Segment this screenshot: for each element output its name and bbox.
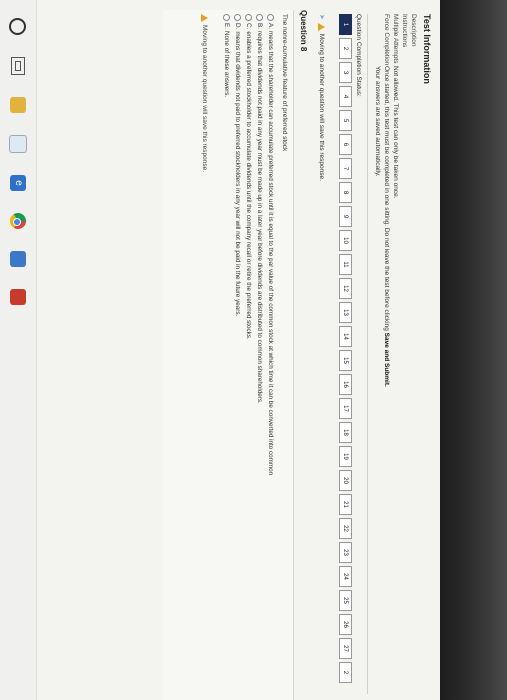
choice-d[interactable]: D. means that dividends not paid to pref…	[232, 14, 243, 475]
radio-button[interactable]	[245, 14, 252, 21]
question-nav-button[interactable]: 2	[339, 662, 352, 683]
question-nav-button[interactable]: 25	[339, 590, 352, 611]
save-notice-bottom: Moving to another question will save thi…	[201, 14, 208, 172]
warning-icon	[318, 22, 326, 31]
completion-status-label: Question Completion Status:	[355, 14, 362, 97]
question-nav-button[interactable]: 5	[339, 110, 352, 131]
question-nav-button[interactable]: 10	[339, 230, 352, 251]
answer-choices: A. means that the shareholder can accumu…	[221, 14, 276, 475]
choice-letter: B.	[256, 23, 263, 29]
question-nav-button[interactable]: 1	[339, 14, 352, 35]
arrow-icon: ➤	[318, 14, 325, 20]
info-value: Your answers are saved automatically.	[374, 66, 381, 177]
info-row-description: Description	[409, 14, 418, 387]
question-nav-button[interactable]: 18	[339, 422, 352, 443]
info-key: Multiple Attempts	[392, 14, 399, 64]
question-nav-button[interactable]: 23	[339, 542, 352, 563]
save-notice-text: Moving to another question will save thi…	[318, 33, 326, 181]
choice-b[interactable]: B. requires that dividends not paid in a…	[254, 14, 265, 475]
choice-text: requires that dividends not paid in any …	[256, 30, 263, 404]
info-key: Instructions	[401, 14, 408, 48]
task-view-icon[interactable]	[11, 57, 25, 75]
choice-letter: D.	[234, 23, 241, 30]
info-row-multiple-attempts: Multiple Attempts Not allowed. This test…	[391, 14, 400, 387]
choice-text: means that the shareholder can accumulat…	[267, 30, 274, 476]
info-key: Description	[410, 14, 417, 47]
test-information-title: Test Information	[422, 14, 432, 84]
save-notice-top: ➤ Moving to another question will save t…	[318, 14, 326, 181]
question-nav-button[interactable]: 16	[339, 374, 352, 395]
info-row-force-completion: Force Completion Once started, this test…	[382, 14, 391, 387]
windows-taskbar: e	[0, 0, 37, 700]
radio-button[interactable]	[267, 14, 274, 21]
question-nav-button[interactable]: 15	[339, 350, 352, 371]
question-nav-button[interactable]: 17	[339, 398, 352, 419]
save-notice-text: Moving to another question will save thi…	[201, 25, 208, 173]
choice-letter: C.	[245, 23, 252, 30]
question-header: Question 8	[299, 10, 308, 52]
info-key	[373, 14, 382, 66]
pdf-icon[interactable]	[10, 289, 26, 305]
warning-icon	[201, 14, 208, 22]
info-value-text: Once started, this test must be complete…	[383, 66, 390, 333]
info-row-instructions: Instructions	[400, 14, 409, 387]
mail-icon[interactable]	[10, 251, 26, 267]
question-nav-button[interactable]: 9	[339, 206, 352, 227]
monitor-bezel	[440, 0, 507, 700]
test-information-table: Description Instructions Multiple Attemp…	[373, 14, 418, 387]
radio-button[interactable]	[234, 14, 241, 21]
question-nav-button[interactable]: 20	[339, 470, 352, 491]
question-nav-button[interactable]: 12	[339, 278, 352, 299]
store-icon[interactable]	[9, 135, 27, 153]
choice-text: enables a preferred stockholder to accum…	[245, 31, 252, 340]
file-explorer-icon[interactable]	[10, 97, 26, 113]
edge-icon[interactable]: e	[10, 175, 26, 191]
browser-page: Test Information Description Instruction…	[0, 0, 440, 700]
choice-text: means that dividends not paid to preferr…	[234, 31, 241, 317]
question-nav-button[interactable]: 7	[339, 158, 352, 179]
radio-button[interactable]	[223, 14, 230, 21]
choice-text: None of these answers.	[223, 30, 230, 98]
question-nav-button[interactable]: 13	[339, 302, 352, 323]
question-nav-button[interactable]: 24	[339, 566, 352, 587]
question-nav-button[interactable]: 6	[339, 134, 352, 155]
choice-a[interactable]: A. means that the shareholder can accumu…	[265, 14, 276, 475]
question-nav-button[interactable]: 21	[339, 494, 352, 515]
save-and-submit-text: Save and Submit.	[383, 332, 390, 387]
question-text: The nonre-cumulative feature of preferre…	[281, 14, 288, 152]
info-row-autosave: Your answers are saved automatically.	[373, 14, 382, 387]
question-nav-button[interactable]: 4	[339, 86, 352, 107]
info-key: Force Completion	[383, 14, 390, 66]
chrome-icon[interactable]	[10, 213, 26, 229]
question-nav-button[interactable]: 26	[339, 614, 352, 635]
question-nav-button[interactable]: 19	[339, 446, 352, 467]
cortana-icon[interactable]	[9, 18, 27, 35]
choice-e[interactable]: E. None of these answers.	[221, 14, 232, 475]
radio-button[interactable]	[256, 14, 263, 21]
question-nav-button[interactable]: 2	[339, 38, 352, 59]
choice-letter: E.	[223, 23, 230, 29]
question-nav-button[interactable]: 8	[339, 182, 352, 203]
question-navigation: 1 2 3 4 5 6 7 8 9 10 11 12 13 14 15 16 17 18 19 20 21 22 23 24 2…	[339, 14, 352, 683]
question-nav-button[interactable]: 14	[339, 326, 352, 347]
question-nav-button[interactable]: 3	[339, 62, 352, 83]
info-value: Once started, this test must be complete…	[382, 66, 391, 387]
choice-c[interactable]: C. enables a preferred stockholder to ac…	[243, 14, 254, 475]
choice-letter: A.	[267, 23, 274, 29]
question-nav-button[interactable]: 22	[339, 518, 352, 539]
info-value: Not allowed. This test can only be taken…	[392, 66, 399, 199]
question-nav-button[interactable]: 11	[339, 254, 352, 275]
question-nav-button[interactable]: 27	[339, 638, 352, 659]
divider	[367, 14, 368, 694]
